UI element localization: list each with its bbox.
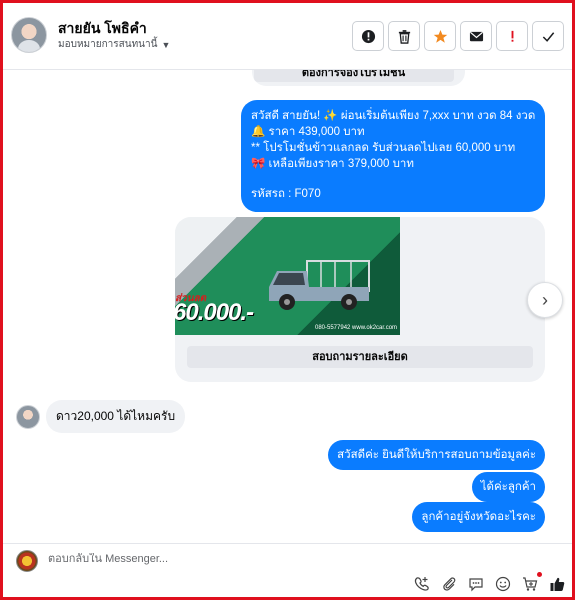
promo-line-final-price: 🎀 เหลือเพียงราคา 379,000 บาท [251, 158, 414, 170]
promo-line-greeting: สวัสดี สายยัน! ✨ ผ่อนเริ่มต้นเพียง 7,xxx… [251, 110, 536, 122]
reply-composer [3, 543, 572, 597]
product-card: ส่วนลด 60.000.- 080-5577942 www.ok2car.c… [175, 217, 545, 382]
add-contact-button[interactable] [413, 575, 431, 593]
outgoing-message: ลูกค้าอยู่จังหวัดอะไรคะ [412, 502, 545, 532]
emoji-icon [495, 576, 511, 592]
promo-line-price: 🔔 ราคา 439,000 บาท [251, 126, 365, 138]
star-icon [433, 29, 447, 43]
assign-conversation-dropdown[interactable]: มอบหมายการสนทนานี้ ▼ [58, 37, 170, 52]
mark-done-button[interactable] [532, 21, 564, 51]
cart-icon [523, 577, 538, 591]
spam-button[interactable] [496, 21, 528, 51]
attach-button[interactable] [440, 575, 458, 593]
emoji-button[interactable] [494, 575, 512, 593]
info-icon [361, 29, 375, 43]
info-button[interactable] [352, 21, 384, 51]
attach-icon [443, 577, 456, 591]
previous-card-bubble: ต้องการจองโปรโมชั่น [252, 70, 465, 86]
assign-label: มอบหมายการสนทนานี้ [58, 39, 158, 50]
outgoing-message: ได้ค่ะลูกค้า [471, 472, 545, 502]
conversation-header: สายยัน โพธิคำ มอบหมายการสนทนานี้ ▼ [3, 3, 572, 70]
star-button[interactable] [424, 21, 456, 51]
cart-notification-dot [537, 572, 542, 577]
carousel-next-button[interactable]: › [527, 282, 563, 318]
promo-line-discount: ** โปรโมชั่นข้าวแลกลด รับส่วนลดไปเลย 60,… [251, 142, 516, 154]
reply-input[interactable] [48, 553, 348, 565]
page-logo [16, 550, 38, 572]
ad-contact-tag: 080-5577942 www.ok2car.com [315, 325, 398, 331]
composer-toolbar [413, 575, 566, 593]
outgoing-promo-message: สวัสดี สายยัน! ✨ ผ่อนเริ่มต้นเพียง 7,xxx… [241, 100, 545, 212]
outgoing-message: สวัสดีค่ะ ยินดีให้บริการสอบถามข้อมูลค่ะ [328, 440, 545, 470]
caret-down-icon: ▼ [161, 39, 171, 50]
trash-icon [398, 29, 410, 44]
promo-line-car-code: รหัสรถ : F070 [251, 188, 321, 200]
pickup-truck-image [269, 260, 370, 310]
message-thread[interactable]: ต้องการจองโปรโมชั่น สวัสดี สายยัน! ✨ ผ่อ… [3, 70, 572, 543]
email-button[interactable] [460, 21, 492, 51]
ask-details-button[interactable]: สอบถามรายละเอียด [187, 346, 533, 368]
saved-reply-icon [469, 578, 483, 592]
like-icon [550, 577, 565, 591]
saved-reply-button[interactable] [467, 575, 485, 593]
ad-discount-amount: 60.000.- [175, 299, 254, 326]
reserve-promotion-button[interactable]: ต้องการจองโปรโมชั่น [253, 70, 454, 82]
check-icon [542, 31, 554, 42]
delete-button[interactable] [388, 21, 420, 51]
incoming-message-row: ดาว20,000 ได้ไหมครับ [16, 400, 186, 433]
header-actions [352, 21, 564, 51]
sender-avatar[interactable] [16, 404, 40, 429]
contact-avatar[interactable] [11, 17, 47, 53]
truck-ad-image[interactable]: ส่วนลด 60.000.- 080-5577942 www.ok2car.c… [175, 217, 400, 335]
cart-button[interactable] [521, 575, 539, 593]
exclamation-icon [511, 30, 513, 42]
add-contact-icon [414, 577, 429, 591]
envelope-icon [469, 31, 483, 41]
chevron-right-icon: › [542, 289, 548, 310]
like-button[interactable] [548, 575, 566, 593]
incoming-message: ดาว20,000 ได้ไหมครับ [46, 400, 186, 433]
